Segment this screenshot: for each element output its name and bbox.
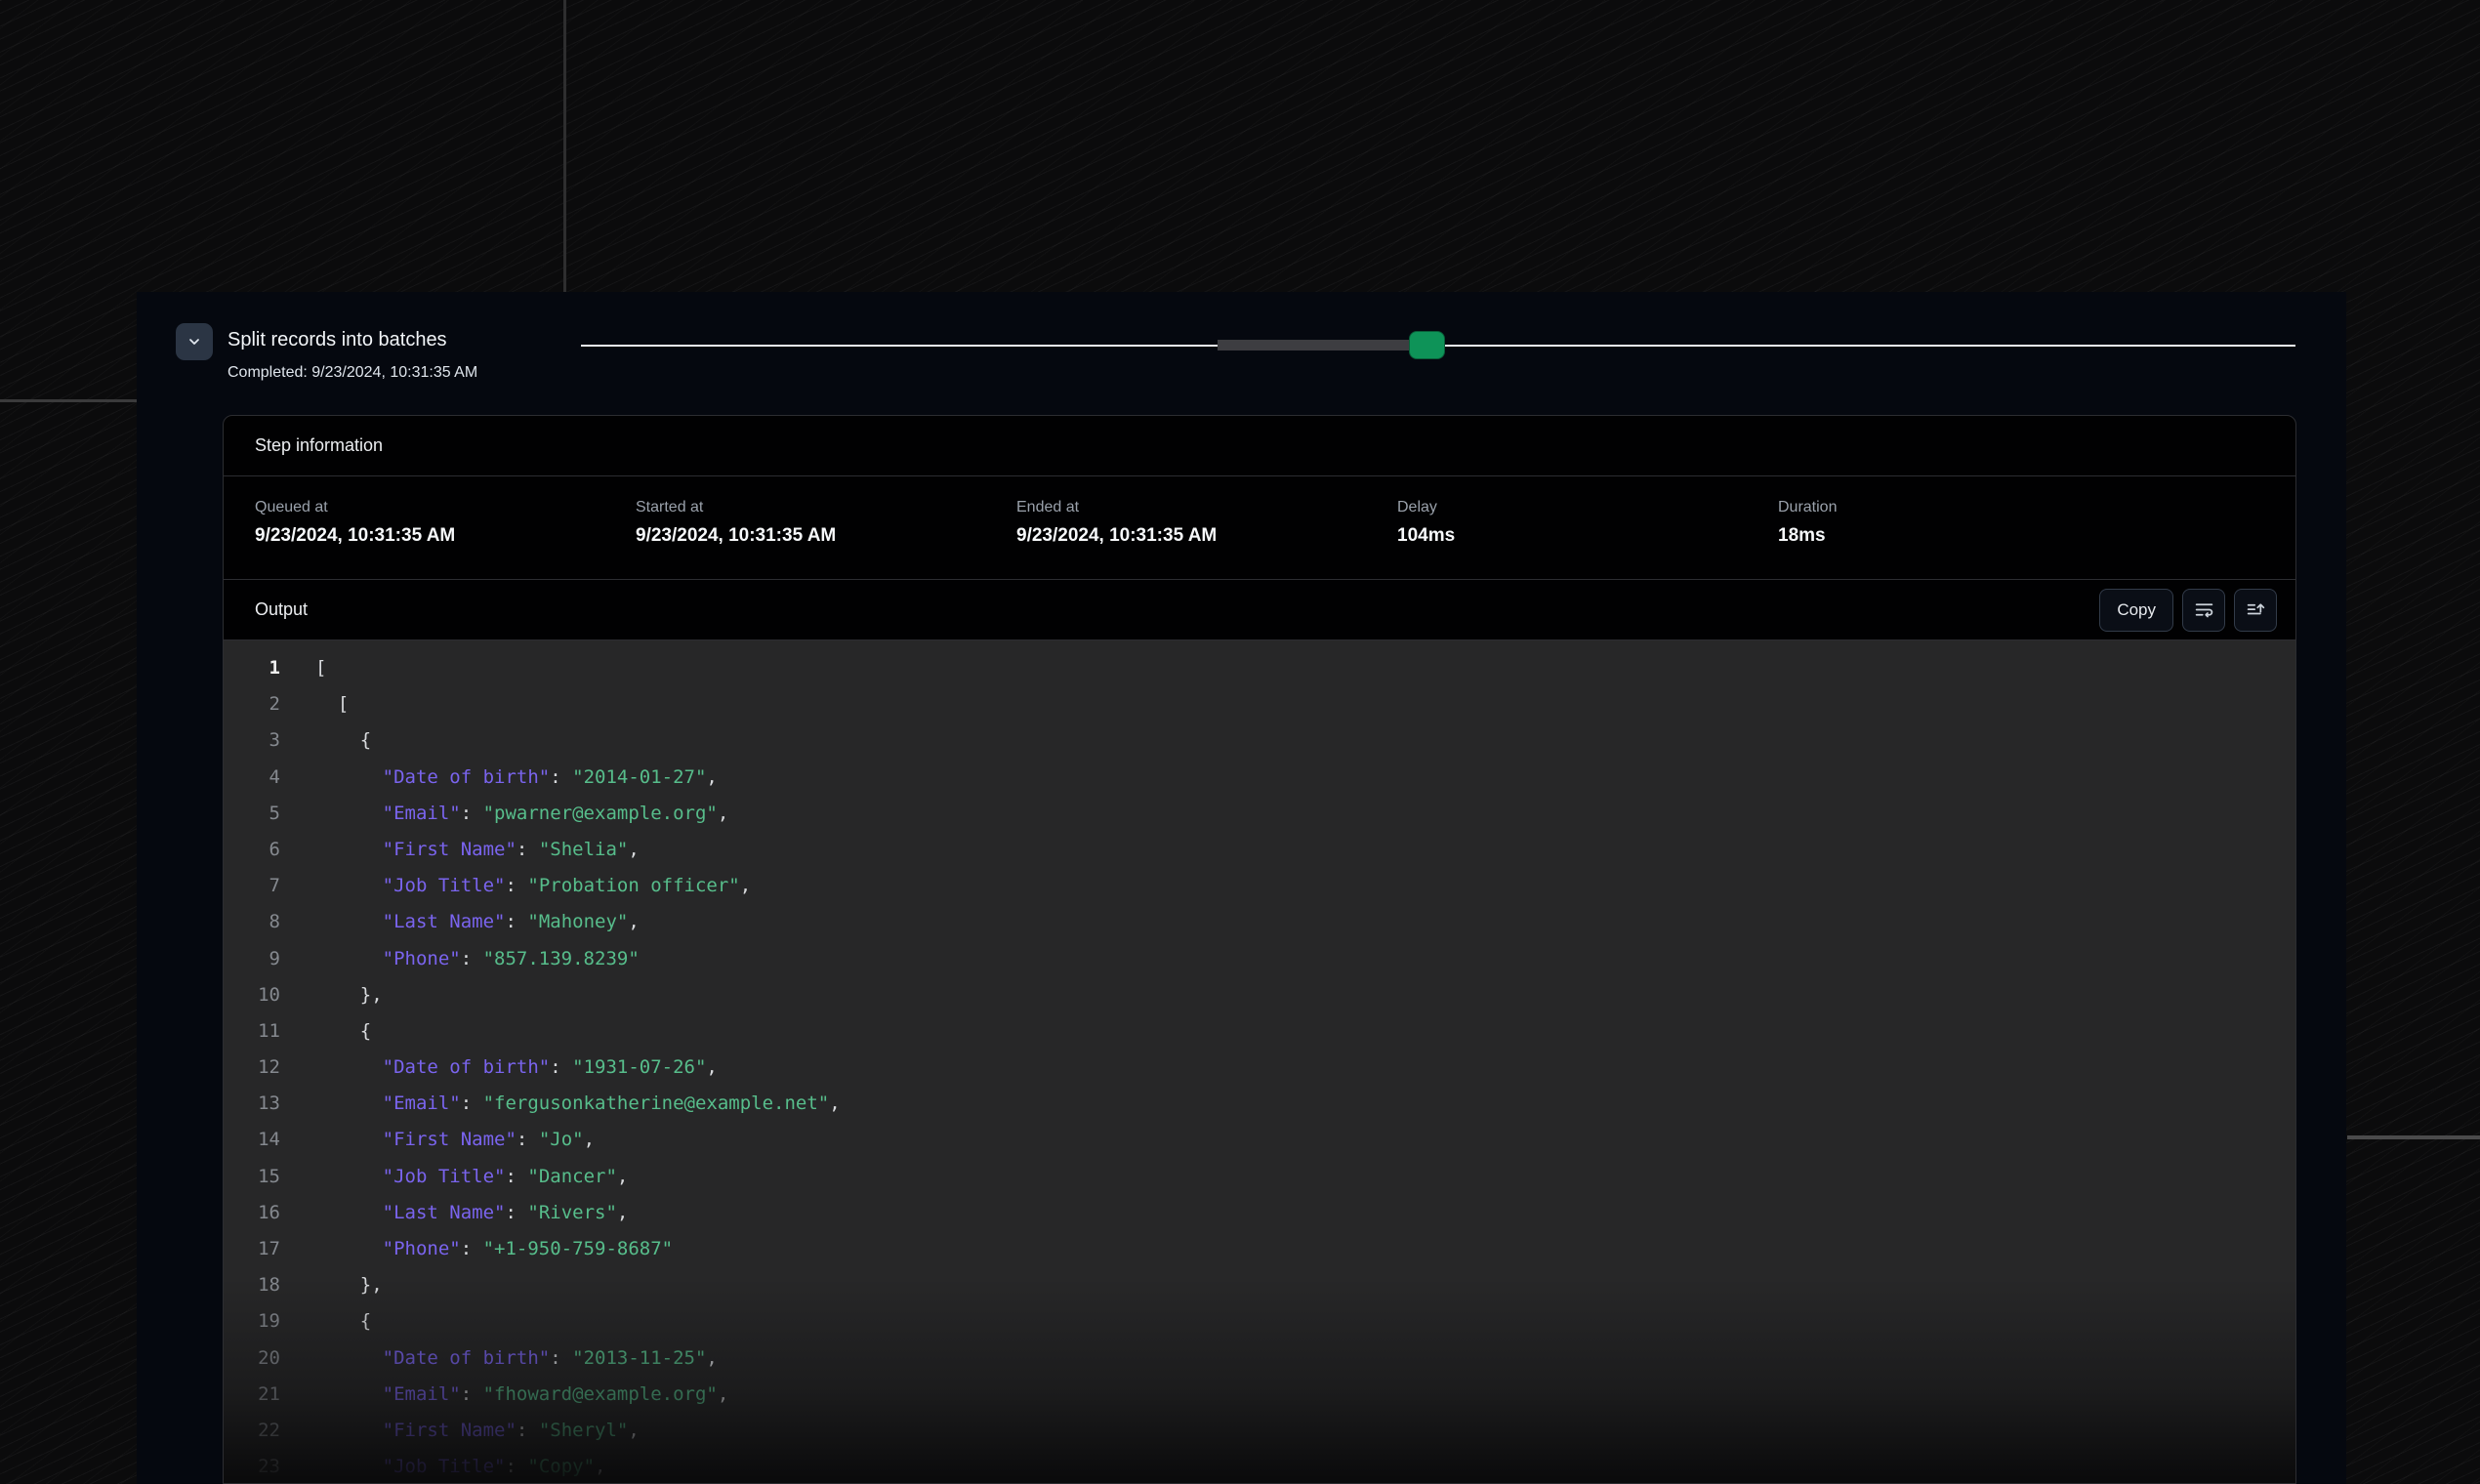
code-line: 22 "First Name": "Sheryl", — [224, 1413, 2295, 1449]
delay-value: 104ms — [1397, 525, 1778, 547]
background-vertical-line — [563, 0, 566, 292]
code-line: 15 "Job Title": "Dancer", — [224, 1159, 2295, 1195]
queued-at-label: Queued at — [255, 499, 636, 516]
code-line: 20 "Date of birth": "2013-11-25", — [224, 1340, 2295, 1377]
code-line: 2 [ — [224, 686, 2295, 722]
output-title: Output — [255, 599, 2099, 620]
step-detail-panel: Split records into batches Completed: 9/… — [137, 292, 2346, 1484]
code-line: 23 "Job Title": "Copy", — [224, 1449, 2295, 1483]
code-line: 17 "Phone": "+1-950-759-8687" — [224, 1231, 2295, 1267]
step-timing-row: Queued at 9/23/2024, 10:31:35 AM Started… — [224, 476, 2295, 580]
step-information-header: Step information — [224, 416, 2295, 476]
ended-at-label: Ended at — [1016, 499, 1397, 516]
delay-label: Delay — [1397, 499, 1778, 516]
code-line: 19 { — [224, 1303, 2295, 1340]
started-at-label: Started at — [636, 499, 1016, 516]
copy-button[interactable]: Copy — [2099, 589, 2173, 632]
ended-at-value: 9/23/2024, 10:31:35 AM — [1016, 525, 1397, 547]
code-line: 4 "Date of birth": "2014-01-27", — [224, 760, 2295, 796]
code-line: 18 }, — [224, 1267, 2295, 1303]
output-header: Output Copy — [224, 580, 2295, 640]
collapse-step-button[interactable] — [176, 323, 213, 360]
timeline-handle[interactable] — [1409, 331, 1445, 359]
output-toolbar: Copy — [2099, 589, 2277, 632]
code-line: 8 "Last Name": "Mahoney", — [224, 904, 2295, 940]
wrap-text-button[interactable] — [2182, 589, 2225, 632]
scroll-to-top-button[interactable] — [2234, 589, 2277, 632]
duration-value: 18ms — [1778, 525, 2159, 547]
started-at-column: Started at 9/23/2024, 10:31:35 AM — [636, 476, 1016, 579]
screen: Split records into batches Completed: 9/… — [0, 0, 2480, 1484]
code-line: 9 "Phone": "857.139.8239" — [224, 941, 2295, 977]
timeline-duration-segment — [1218, 340, 1411, 350]
queued-at-column: Queued at 9/23/2024, 10:31:35 AM — [255, 476, 636, 579]
step-information-card: Step information Queued at 9/23/2024, 10… — [223, 415, 2296, 1484]
output-code-viewer[interactable]: 1[2 [3 {4 "Date of birth": "2014-01-27",… — [224, 640, 2295, 1483]
code-line: 5 "Email": "pwarner@example.org", — [224, 796, 2295, 832]
code-line: 6 "First Name": "Shelia", — [224, 832, 2295, 868]
ended-at-column: Ended at 9/23/2024, 10:31:35 AM — [1016, 476, 1397, 579]
chevron-down-icon — [186, 334, 202, 350]
background-horizontal-line-left — [0, 399, 138, 402]
code-line: 21 "Email": "fhoward@example.org", — [224, 1377, 2295, 1413]
timeline-scrubber[interactable] — [581, 329, 2299, 362]
code-line: 1[ — [224, 650, 2295, 686]
step-title: Split records into batches — [227, 320, 447, 359]
code-line: 13 "Email": "fergusonkatherine@example.n… — [224, 1086, 2295, 1122]
started-at-value: 9/23/2024, 10:31:35 AM — [636, 525, 1016, 547]
duration-column: Duration 18ms — [1778, 476, 2159, 579]
delay-column: Delay 104ms — [1397, 476, 1778, 579]
code-line: 12 "Date of birth": "1931-07-26", — [224, 1050, 2295, 1086]
step-completed-timestamp: Completed: 9/23/2024, 10:31:35 AM — [227, 364, 477, 382]
step-information-title: Step information — [255, 435, 383, 456]
background-horizontal-line-right — [2347, 1135, 2480, 1139]
scroll-to-top-icon — [2246, 599, 2266, 620]
code-line: 11 { — [224, 1013, 2295, 1050]
wrap-text-icon — [2194, 599, 2214, 620]
code-line: 7 "Job Title": "Probation officer", — [224, 868, 2295, 904]
code-line: 16 "Last Name": "Rivers", — [224, 1195, 2295, 1231]
duration-label: Duration — [1778, 499, 2159, 516]
code-line: 3 { — [224, 722, 2295, 759]
code-line: 10 }, — [224, 977, 2295, 1013]
code-line: 14 "First Name": "Jo", — [224, 1122, 2295, 1158]
code-lines: 1[2 [3 {4 "Date of birth": "2014-01-27",… — [224, 640, 2295, 1483]
queued-at-value: 9/23/2024, 10:31:35 AM — [255, 525, 636, 547]
